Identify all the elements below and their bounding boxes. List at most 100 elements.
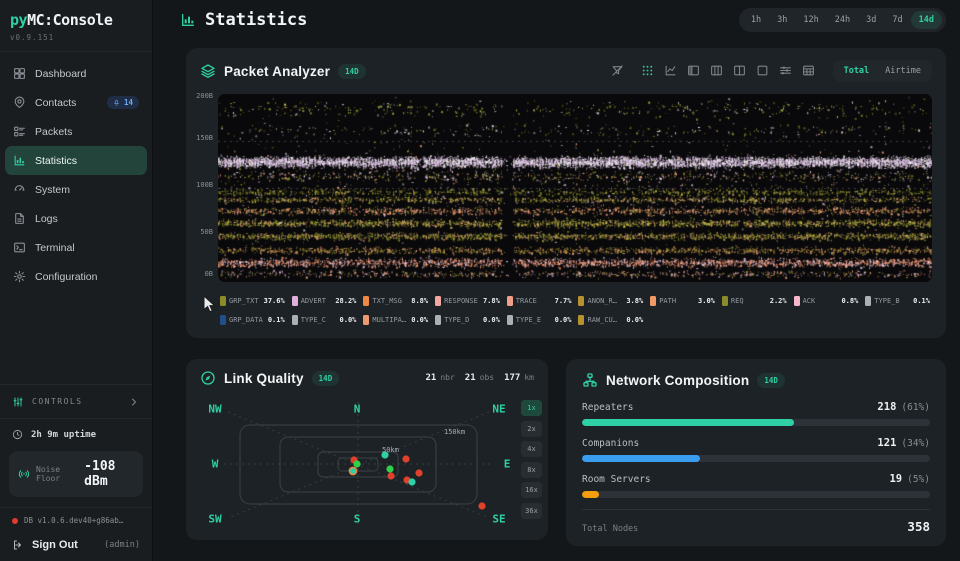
range-button-24h[interactable]: 24h xyxy=(827,11,858,29)
compass-label-n: N xyxy=(354,403,361,416)
legend-pct: 0.0% xyxy=(626,316,643,324)
sidebar-item-statistics[interactable]: Statistics xyxy=(5,146,147,175)
sliders-button[interactable] xyxy=(779,64,793,78)
toggle-airtime[interactable]: Airtime xyxy=(878,63,928,79)
sidebar-item-packets[interactable]: Packets xyxy=(5,117,147,146)
legend-pct: 0.1% xyxy=(268,316,285,324)
legend-pct: 37.6% xyxy=(264,297,285,305)
chart-line-button[interactable] xyxy=(664,64,678,78)
main-area: Statistics 1h3h12h24h3d7d14d Packet Anal… xyxy=(153,0,960,561)
legend-pct: 0.0% xyxy=(340,316,357,324)
network-composition-title: Network Composition xyxy=(606,373,749,388)
sidebar-item-system[interactable]: System xyxy=(5,175,147,204)
composition-pct: (34%) xyxy=(901,438,930,449)
legend-item-TYPE_C[interactable]: TYPE_C0.0% xyxy=(292,315,357,325)
node-dot-green[interactable] xyxy=(386,465,393,472)
node-dot-red[interactable] xyxy=(415,469,422,476)
legend-item-GRP_DATA[interactable]: GRP_DATA0.1% xyxy=(220,315,285,325)
link-quality-card: Link Quality 14D 21nbr21obs177km xyxy=(186,359,548,540)
zoom-button-1x[interactable]: 1x xyxy=(521,400,542,416)
compass-label-se: SE xyxy=(492,513,505,526)
legend-swatch xyxy=(578,296,584,306)
node-dot-teal[interactable] xyxy=(408,478,415,485)
range-button-7d[interactable]: 7d xyxy=(884,11,910,29)
sidebar-item-dashboard[interactable]: Dashboard xyxy=(5,59,147,88)
sidebar-item-contacts[interactable]: Contacts14 xyxy=(5,88,147,117)
legend-item-RESPONSE[interactable]: RESPONSE 7.8% xyxy=(435,296,500,306)
link-quality-header: Link Quality 14D 21nbr21obs177km xyxy=(186,359,548,397)
sidebar-item-controls[interactable]: CONTROLS xyxy=(0,384,152,418)
sidebar-item-terminal[interactable]: Terminal xyxy=(5,233,147,262)
panel-split-button[interactable] xyxy=(733,64,747,78)
node-dot-green[interactable] xyxy=(353,460,360,467)
zoom-button-16x[interactable]: 16x xyxy=(521,482,542,498)
statistics-icon xyxy=(13,154,26,167)
legend-item-TRACE[interactable]: TRACE7.7% xyxy=(507,296,572,306)
sidebar-item-label: Dashboard xyxy=(35,68,86,80)
packet-legend: GRP_TXT 37.6% ADVERT28.2% TXT_MSG8.8% RESPON… xyxy=(186,282,946,338)
zoom-button-4x[interactable]: 4x xyxy=(521,441,542,457)
legend-swatch xyxy=(865,296,871,306)
legend-item-REQ[interactable]: REQ2.2% xyxy=(722,296,787,306)
legend-item-TYPE_D[interactable]: TYPE_D0.0% xyxy=(435,315,500,325)
range-button-14d[interactable]: 14d xyxy=(911,11,942,29)
chevron-right-icon[interactable] xyxy=(128,396,140,408)
legend-name: RESPONSE xyxy=(444,297,478,305)
range-button-1h[interactable]: 1h xyxy=(743,11,769,29)
range-label-150km: 150km xyxy=(444,428,465,436)
network-icon xyxy=(582,372,598,388)
sidebar-item-label: System xyxy=(35,184,70,196)
legend-pct: 28.2% xyxy=(335,297,356,305)
node-dot-red[interactable] xyxy=(478,502,485,509)
noise-floor-widget: Noise Floor -108 dBm xyxy=(9,451,143,497)
network-composition-range-badge: 14D xyxy=(757,373,785,388)
square-button[interactable] xyxy=(756,64,770,78)
legend-name: GRP_TXT xyxy=(229,297,259,305)
page-header: Statistics 1h3h12h24h3d7d14d xyxy=(153,0,960,40)
panel-columns-button[interactable] xyxy=(710,64,724,78)
legend-name: TXT_MSG xyxy=(372,297,402,305)
legend-item-TYPE_B[interactable]: TYPE_B0.1% xyxy=(865,296,930,306)
legend-item-MULTIPA[interactable]: MULTIPA…0.0% xyxy=(363,315,428,325)
sidebar-item-label: Configuration xyxy=(35,271,97,283)
range-button-12h[interactable]: 12h xyxy=(795,11,826,29)
zoom-button-8x[interactable]: 8x xyxy=(521,462,542,478)
lq-stat-value: 21 xyxy=(426,373,437,383)
composition-bar-track xyxy=(582,455,930,462)
legend-name: REQ xyxy=(731,297,744,305)
range-label-50km: 50km xyxy=(382,446,399,454)
composition-label: Companions xyxy=(582,438,639,449)
node-dot-red[interactable] xyxy=(387,472,394,479)
legend-item-PATH[interactable]: PATH3.0% xyxy=(650,296,715,306)
zoom-button-36x[interactable]: 36x xyxy=(521,503,542,519)
packet-scatter-canvas[interactable] xyxy=(218,94,932,282)
legend-swatch xyxy=(292,296,298,306)
uptime-row: 2h 9m uptime xyxy=(0,418,152,446)
legend-item-TXT_MSG[interactable]: TXT_MSG8.8% xyxy=(363,296,428,306)
legend-item-TYPE_E[interactable]: TYPE_E0.0% xyxy=(507,315,572,325)
total-nodes-row: Total Nodes 358 xyxy=(582,509,930,534)
toggle-total[interactable]: Total xyxy=(837,63,877,79)
filter-off-button[interactable] xyxy=(611,64,625,78)
legend-item-RAW_CU[interactable]: RAW_CU…0.0% xyxy=(578,315,643,325)
range-button-3h[interactable]: 3h xyxy=(769,11,795,29)
legend-item-ANON_R[interactable]: ANON_R…3.8% xyxy=(578,296,643,306)
range-button-3d[interactable]: 3d xyxy=(858,11,884,29)
table-button[interactable] xyxy=(802,64,816,78)
grid-dots-button[interactable] xyxy=(641,64,655,78)
legend-item-GRP_TXT[interactable]: GRP_TXT 37.6% xyxy=(220,296,285,306)
legend-pct: 7.8% xyxy=(483,297,500,305)
legend-swatch xyxy=(292,315,298,325)
sidebar-item-logs[interactable]: Logs xyxy=(5,204,147,233)
zoom-button-2x[interactable]: 2x xyxy=(521,421,542,437)
legend-item-ACK[interactable]: ACK0.8% xyxy=(794,296,859,306)
panel-left-button[interactable] xyxy=(687,64,701,78)
legend-item-ADVERT[interactable]: ADVERT28.2% xyxy=(292,296,357,306)
sign-out-button[interactable]: Sign Out (admin) xyxy=(0,533,152,561)
sidebar-item-configuration[interactable]: Configuration xyxy=(5,262,147,291)
sidebar: pyMC:Console v0.9.151 DashboardContacts1… xyxy=(0,0,153,561)
node-dot-teal[interactable] xyxy=(349,467,356,474)
packet-analyzer-title: Packet Analyzer xyxy=(224,64,330,79)
legend-swatch xyxy=(722,296,728,306)
node-dot-red[interactable] xyxy=(402,455,409,462)
